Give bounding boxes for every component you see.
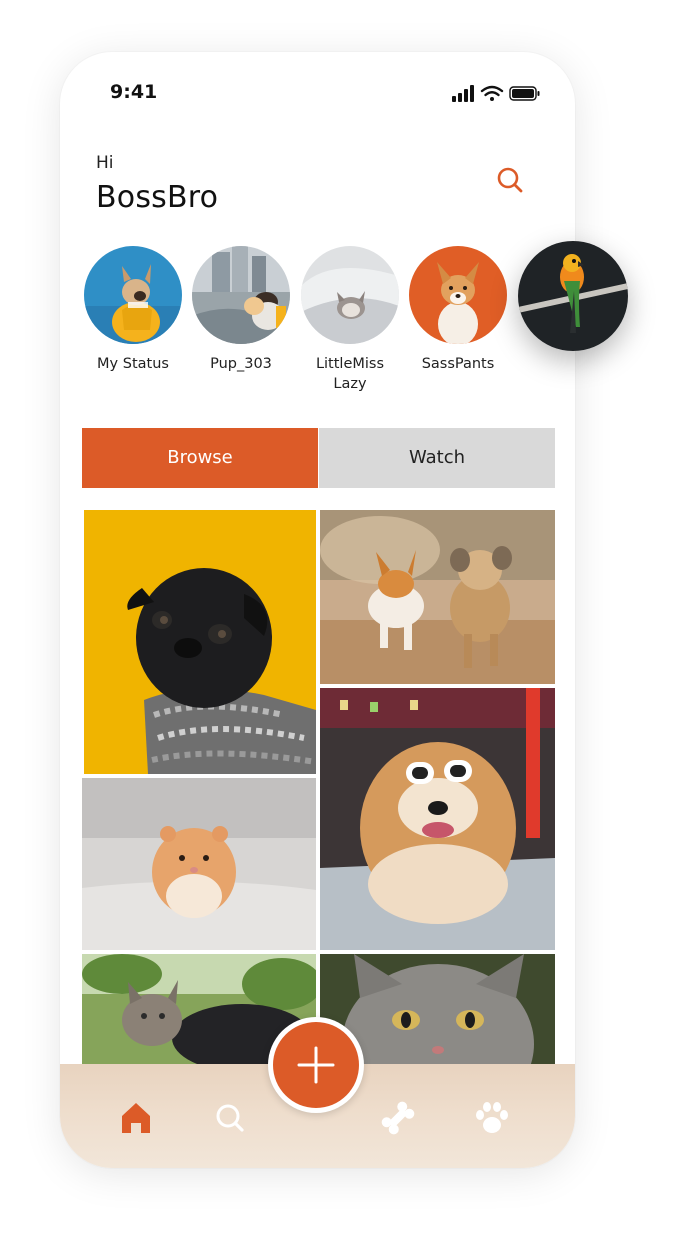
story-label: Pup_303	[210, 356, 272, 372]
status-icons	[452, 85, 540, 102]
content-tabs: Browse Watch	[82, 428, 555, 488]
story-my-status[interactable]: My Status	[81, 246, 185, 374]
status-time: 9:41	[110, 81, 158, 103]
story-label: LittleMiss Lazy	[315, 356, 385, 392]
photo-image	[320, 688, 555, 950]
greeting-text: Hi	[96, 153, 114, 173]
feed-photo-dog-sunglasses[interactable]	[320, 688, 555, 950]
plus-icon	[297, 1046, 335, 1084]
feed-photo-dogs-running[interactable]	[320, 510, 555, 684]
avatar	[192, 246, 290, 344]
tab-watch[interactable]: Watch	[319, 428, 555, 488]
story-avatar-parrot[interactable]	[518, 241, 628, 351]
wifi-icon	[480, 85, 504, 101]
story-pup-303[interactable]: Pup_303	[189, 246, 293, 374]
username-title: BossBro	[96, 180, 219, 215]
parrot-image	[518, 241, 628, 351]
tab-browse[interactable]: Browse	[82, 428, 318, 488]
story-sasspants[interactable]: SassPants	[406, 246, 510, 374]
photo-image	[82, 778, 316, 950]
avatar	[84, 246, 182, 344]
avatar	[301, 246, 399, 344]
home-icon[interactable]	[116, 1098, 156, 1138]
photo-image	[84, 510, 316, 774]
fab-circle	[273, 1022, 359, 1108]
photo-image	[320, 510, 555, 684]
story-image	[84, 246, 182, 344]
story-label: My Status	[97, 356, 169, 372]
battery-icon	[509, 86, 540, 101]
search-icon[interactable]	[495, 165, 525, 195]
story-littlemiss-lazy[interactable]: LittleMiss Lazy	[298, 246, 402, 394]
phone-frame: 9:41 Hi BossBro My Status Pup_303 Little…	[60, 52, 575, 1168]
add-post-button[interactable]	[268, 1017, 364, 1113]
story-image	[301, 246, 399, 344]
status-bar: 9:41	[60, 52, 575, 132]
story-image	[192, 246, 290, 344]
bone-icon[interactable]	[378, 1098, 418, 1138]
search-icon[interactable]	[210, 1098, 250, 1138]
story-label: SassPants	[421, 356, 495, 372]
feed-photo-hamster[interactable]	[82, 778, 316, 950]
avatar	[409, 246, 507, 344]
photo-feed	[82, 510, 555, 1070]
stories-row: My Status Pup_303 LittleMiss Lazy SassPa…	[60, 246, 575, 406]
story-image	[409, 246, 507, 344]
signal-icon	[452, 85, 474, 102]
paw-icon[interactable]	[472, 1098, 512, 1138]
feed-photo-pug[interactable]	[84, 510, 316, 774]
